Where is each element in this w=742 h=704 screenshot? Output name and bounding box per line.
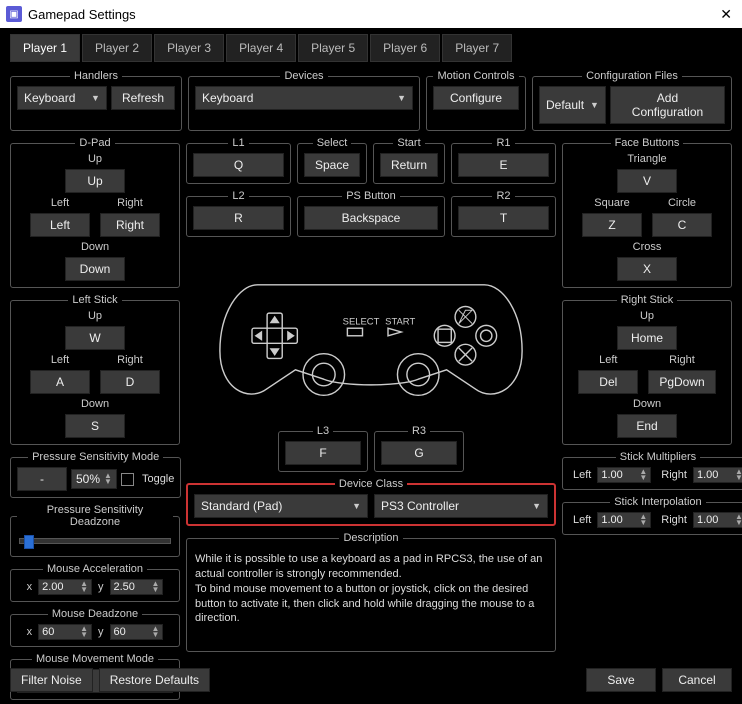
mouse-mode-legend: Mouse Movement Mode (32, 653, 158, 665)
motion-legend: Motion Controls (433, 70, 518, 82)
dpad-left-button[interactable]: Left (30, 213, 90, 237)
description-text: While it is possible to use a keyboard a… (193, 548, 549, 630)
tab-player-4[interactable]: Player 4 (226, 34, 296, 62)
circle-button[interactable]: C (652, 213, 712, 237)
l3-button[interactable]: F (285, 441, 361, 465)
restore-defaults-button[interactable]: Restore Defaults (99, 668, 210, 692)
mouse-accel-legend: Mouse Acceleration (43, 563, 147, 575)
stick-interp-right-spin[interactable]: ▲▼ (693, 512, 742, 528)
motion-configure-button[interactable]: Configure (433, 86, 519, 110)
device-class-select[interactable]: Standard (Pad) ▼ (194, 494, 368, 518)
r3-button[interactable]: G (381, 441, 457, 465)
leftstick-down-button[interactable]: S (65, 414, 125, 438)
chevron-down-icon: ▼ (352, 501, 361, 511)
dpad-legend: D-Pad (75, 137, 114, 149)
chevron-down-icon: ▼ (532, 501, 541, 511)
cross-button[interactable]: X (617, 257, 677, 281)
stick-interp-legend: Stick Interpolation (610, 496, 705, 508)
controller-illustration: SELECT START (186, 247, 556, 417)
rightstick-up-button[interactable]: Home (617, 326, 677, 350)
config-select[interactable]: Default ▼ (539, 86, 606, 124)
device-subclass-select[interactable]: PS3 Controller ▼ (374, 494, 548, 518)
pressure-dz-slider[interactable] (19, 538, 171, 544)
triangle-button[interactable]: V (617, 169, 677, 193)
app-icon: ▣ (6, 6, 22, 22)
config-files-legend: Configuration Files (582, 70, 682, 82)
handlers-select[interactable]: Keyboard ▼ (17, 86, 107, 110)
mouse-dz-x-spin[interactable]: ▲▼ (38, 624, 92, 640)
leftstick-up-button[interactable]: W (65, 326, 125, 350)
stick-mult-right-spin[interactable]: ▲▼ (693, 467, 742, 483)
svg-text:START: START (385, 316, 415, 327)
r2-button[interactable]: T (458, 206, 549, 230)
left-stick-legend: Left Stick (68, 294, 121, 306)
tab-player-1[interactable]: Player 1 (10, 34, 80, 62)
r1-button[interactable]: E (458, 153, 549, 177)
tab-player-2[interactable]: Player 2 (82, 34, 152, 62)
dpad-down-button[interactable]: Down (65, 257, 125, 281)
square-button[interactable]: Z (582, 213, 642, 237)
devices-select[interactable]: Keyboard ▼ (195, 86, 413, 110)
refresh-button[interactable]: Refresh (111, 86, 175, 110)
pressure-mode-legend: Pressure Sensitivity Mode (28, 451, 163, 463)
face-buttons-legend: Face Buttons (611, 137, 684, 149)
chevron-down-icon: ▼ (590, 100, 599, 110)
chevron-down-icon: ▼ (397, 93, 406, 103)
player-tabs: Player 1 Player 2 Player 3 Player 4 Play… (10, 34, 732, 62)
close-icon[interactable]: ✕ (716, 6, 736, 23)
start-button[interactable]: Return (380, 153, 438, 177)
rightstick-left-button[interactable]: Del (578, 370, 638, 394)
select-button[interactable]: Space (304, 153, 360, 177)
stick-mult-legend: Stick Multipliers (616, 451, 700, 463)
pressure-toggle-checkbox[interactable] (121, 473, 134, 486)
pressure-dz-legend: Pressure Sensitivity Deadzone (17, 504, 173, 528)
description-legend: Description (339, 532, 402, 544)
ps-button[interactable]: Backspace (304, 206, 438, 230)
save-button[interactable]: Save (586, 668, 656, 692)
rightstick-down-button[interactable]: End (617, 414, 677, 438)
handlers-legend: Handlers (70, 70, 122, 82)
cancel-button[interactable]: Cancel (662, 668, 732, 692)
dpad-right-button[interactable]: Right (100, 213, 160, 237)
pressure-mode-button[interactable]: - (17, 467, 67, 491)
stick-mult-left-spin[interactable]: ▲▼ (597, 467, 651, 483)
rightstick-right-button[interactable]: PgDown (648, 370, 715, 394)
device-class-legend: Device Class (335, 478, 407, 490)
stick-interp-left-spin[interactable]: ▲▼ (597, 512, 651, 528)
mouse-dz-y-spin[interactable]: ▲▼ (110, 624, 164, 640)
svg-text:SELECT: SELECT (343, 316, 380, 327)
mouse-accel-x-spin[interactable]: ▲▼ (38, 579, 92, 595)
dpad-up-button[interactable]: Up (65, 169, 125, 193)
tab-player-7[interactable]: Player 7 (442, 34, 512, 62)
right-stick-legend: Right Stick (617, 294, 678, 306)
mouse-dz-legend: Mouse Deadzone (48, 608, 142, 620)
titlebar: ▣ Gamepad Settings ✕ (0, 0, 742, 28)
chevron-down-icon: ▼ (91, 93, 100, 103)
mouse-accel-y-spin[interactable]: ▲▼ (110, 579, 164, 595)
tab-player-5[interactable]: Player 5 (298, 34, 368, 62)
pressure-toggle-label: Toggle (142, 473, 174, 485)
leftstick-right-button[interactable]: D (100, 370, 160, 394)
devices-legend: Devices (280, 70, 327, 82)
l2-button[interactable]: R (193, 206, 284, 230)
pressure-pct-spin[interactable]: 50% ▲▼ (71, 469, 117, 489)
window-title: Gamepad Settings (28, 7, 136, 22)
tab-player-3[interactable]: Player 3 (154, 34, 224, 62)
tab-player-6[interactable]: Player 6 (370, 34, 440, 62)
filter-noise-button[interactable]: Filter Noise (10, 668, 93, 692)
leftstick-left-button[interactable]: A (30, 370, 90, 394)
l1-button[interactable]: Q (193, 153, 284, 177)
add-configuration-button[interactable]: Add Configuration (610, 86, 725, 124)
